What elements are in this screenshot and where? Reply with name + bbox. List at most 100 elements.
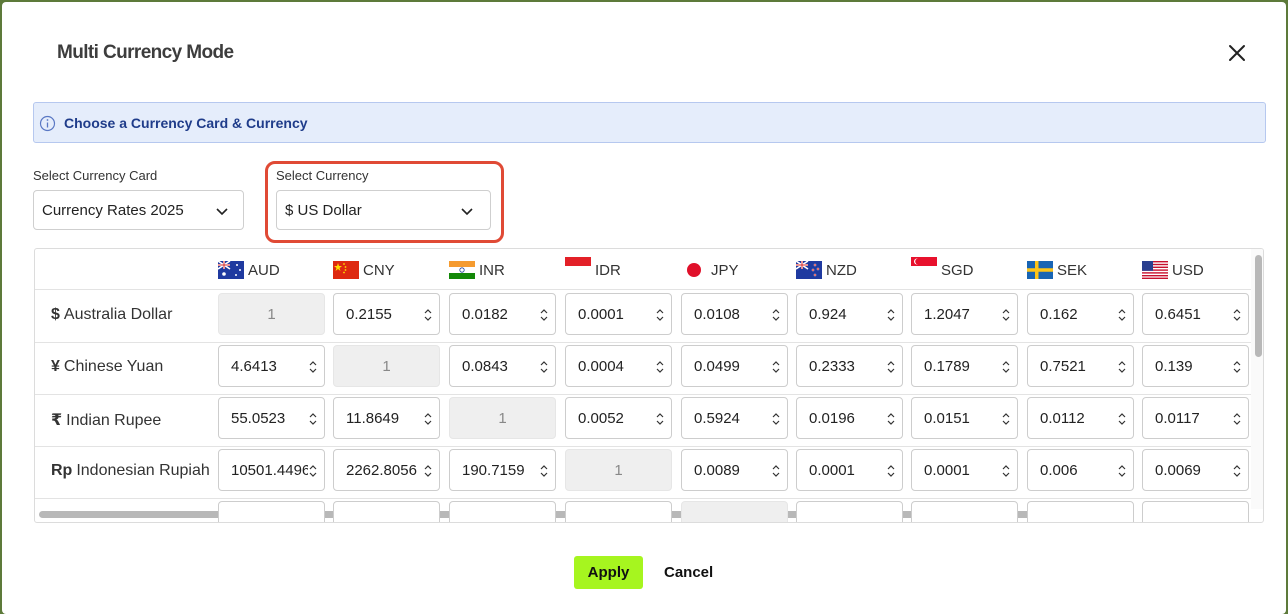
rate-input-usd[interactable]: 0.6451 [1142, 293, 1249, 335]
rate-input-sek[interactable]: 0.006 [1027, 449, 1134, 491]
stepper-arrows-icon[interactable] [308, 464, 318, 478]
stepper-arrows-icon[interactable] [539, 360, 549, 374]
rate-input-inr[interactable]: 0.0843 [449, 345, 556, 387]
rate-value: 0.1789 [924, 358, 970, 375]
stepper-arrows-icon[interactable] [1117, 464, 1127, 478]
rate-input-partial[interactable] [333, 501, 440, 522]
stepper-arrows-icon[interactable] [886, 360, 896, 374]
stepper-arrows-icon[interactable] [1001, 412, 1011, 426]
rate-input-partial[interactable] [1027, 501, 1134, 522]
stepper-arrows-icon[interactable] [1232, 412, 1242, 426]
rate-input-usd[interactable]: 0.139 [1142, 345, 1249, 387]
rate-input-idr[interactable]: 0.0052 [565, 397, 672, 439]
rate-input-sek[interactable]: 0.0112 [1027, 397, 1134, 439]
new-zealand-flag-icon [796, 261, 822, 279]
stepper-arrows-icon[interactable] [539, 464, 549, 478]
cancel-button[interactable]: Cancel [664, 564, 713, 581]
stepper-arrows-icon[interactable] [1117, 360, 1127, 374]
rate-input-idr[interactable]: 0.0001 [565, 293, 672, 335]
stepper-arrows-icon[interactable] [886, 412, 896, 426]
stepper-arrows-icon[interactable] [539, 308, 549, 322]
rate-input-jpy[interactable]: 0.0089 [681, 449, 788, 491]
rate-input-cny[interactable]: 0.2155 [333, 293, 440, 335]
rate-input-sgd[interactable]: 0.1789 [911, 345, 1018, 387]
rate-input-partial[interactable] [796, 501, 903, 522]
rate-input-sek[interactable]: 0.7521 [1027, 345, 1134, 387]
rate-input-aud[interactable]: 4.6413 [218, 345, 325, 387]
stepper-arrows-icon[interactable] [308, 412, 318, 426]
rate-input-aud[interactable]: 10501.4496 [218, 449, 325, 491]
close-icon[interactable] [1226, 42, 1248, 64]
column-code: SGD [941, 261, 974, 279]
stepper-arrows-icon[interactable] [308, 360, 318, 374]
rate-input-jpy[interactable]: 0.0499 [681, 345, 788, 387]
currency-symbol: ¥ [51, 358, 60, 375]
stepper-arrows-icon[interactable] [655, 308, 665, 322]
stepper-arrows-icon[interactable] [1232, 308, 1242, 322]
rate-input-partial[interactable] [565, 501, 672, 522]
stepper-arrows-icon[interactable] [771, 360, 781, 374]
rate-input-nzd[interactable]: 0.0001 [796, 449, 903, 491]
currency-card-select[interactable]: Currency Rates 2025 [33, 190, 244, 230]
rate-input-sgd[interactable]: 1.2047 [911, 293, 1018, 335]
stepper-arrows-icon[interactable] [771, 464, 781, 478]
chevron-down-icon [461, 208, 473, 216]
rate-value: 0.6451 [1155, 306, 1201, 323]
rate-input-inr[interactable]: 0.0182 [449, 293, 556, 335]
rate-input-inr[interactable]: 190.7159 [449, 449, 556, 491]
rate-value: 0.0001 [924, 462, 970, 479]
stepper-arrows-icon[interactable] [771, 308, 781, 322]
stepper-arrows-icon[interactable] [655, 412, 665, 426]
stepper-arrows-icon[interactable] [1001, 464, 1011, 478]
stepper-arrows-icon[interactable] [423, 412, 433, 426]
column-code: SEK [1057, 261, 1088, 279]
stepper-arrows-icon[interactable] [655, 360, 665, 374]
rate-input-partial[interactable] [218, 501, 325, 522]
apply-button[interactable]: Apply [574, 556, 643, 589]
rate-input-partial[interactable] [1142, 501, 1249, 522]
rate-input-idr[interactable]: 0.0004 [565, 345, 672, 387]
rate-input-partial[interactable] [449, 501, 556, 522]
rate-input-sgd[interactable]: 0.0001 [911, 449, 1018, 491]
rate-input-aud[interactable]: 55.0523 [218, 397, 325, 439]
stepper-arrows-icon[interactable] [423, 308, 433, 322]
rate-input-cny[interactable]: 11.8649 [333, 397, 440, 439]
rate-input-jpy[interactable]: 0.5924 [681, 397, 788, 439]
rate-input-nzd[interactable]: 0.2333 [796, 345, 903, 387]
currency-card-label: Select Currency Card [33, 168, 158, 183]
rate-input-nzd[interactable]: 0.0196 [796, 397, 903, 439]
currency-symbol: Rp [51, 462, 73, 479]
rate-value: 11.8649 [346, 410, 400, 427]
stepper-arrows-icon[interactable] [1117, 308, 1127, 322]
stepper-arrows-icon[interactable] [1117, 412, 1127, 426]
rate-value: 0.162 [1040, 306, 1078, 323]
indonesia-flag-icon [565, 257, 591, 275]
rate-input-cny[interactable]: 2262.8056 [333, 449, 440, 491]
rate-value: 4.6413 [231, 358, 277, 375]
stepper-arrows-icon[interactable] [886, 464, 896, 478]
stepper-arrows-icon[interactable] [771, 412, 781, 426]
vertical-scrollbar[interactable] [1255, 255, 1262, 357]
rate-input-jpy[interactable]: 0.0108 [681, 293, 788, 335]
stepper-arrows-icon[interactable] [1232, 464, 1242, 478]
currency-select[interactable]: $ US Dollar [276, 190, 491, 230]
rate-input-nzd[interactable]: 0.924 [796, 293, 903, 335]
rate-value: 10501.4496 [231, 462, 311, 479]
stepper-arrows-icon[interactable] [423, 464, 433, 478]
rate-input-sek[interactable]: 0.162 [1027, 293, 1134, 335]
rate-input-sgd[interactable]: 0.0151 [911, 397, 1018, 439]
rate-value: 0.0117 [1155, 410, 1200, 427]
stepper-arrows-icon[interactable] [1001, 308, 1011, 322]
currency-rates-table: AUD CNY INR IDR JPY NZD SGD SEK USD $ Australia Do… [34, 248, 1264, 523]
currency-symbol: $ [51, 306, 60, 323]
rate-input-partial[interactable] [911, 501, 1018, 522]
stepper-arrows-icon[interactable] [886, 308, 896, 322]
stepper-arrows-icon[interactable] [1001, 360, 1011, 374]
rate-value: 1.2047 [924, 306, 970, 323]
rate-input-usd[interactable]: 0.0117 [1142, 397, 1249, 439]
rate-input-usd[interactable]: 0.0069 [1142, 449, 1249, 491]
rate-value: 1 [267, 306, 276, 323]
stepper-arrows-icon[interactable] [1232, 360, 1242, 374]
rate-value: 0.0499 [694, 358, 740, 375]
rate-value: 0.0004 [578, 358, 624, 375]
